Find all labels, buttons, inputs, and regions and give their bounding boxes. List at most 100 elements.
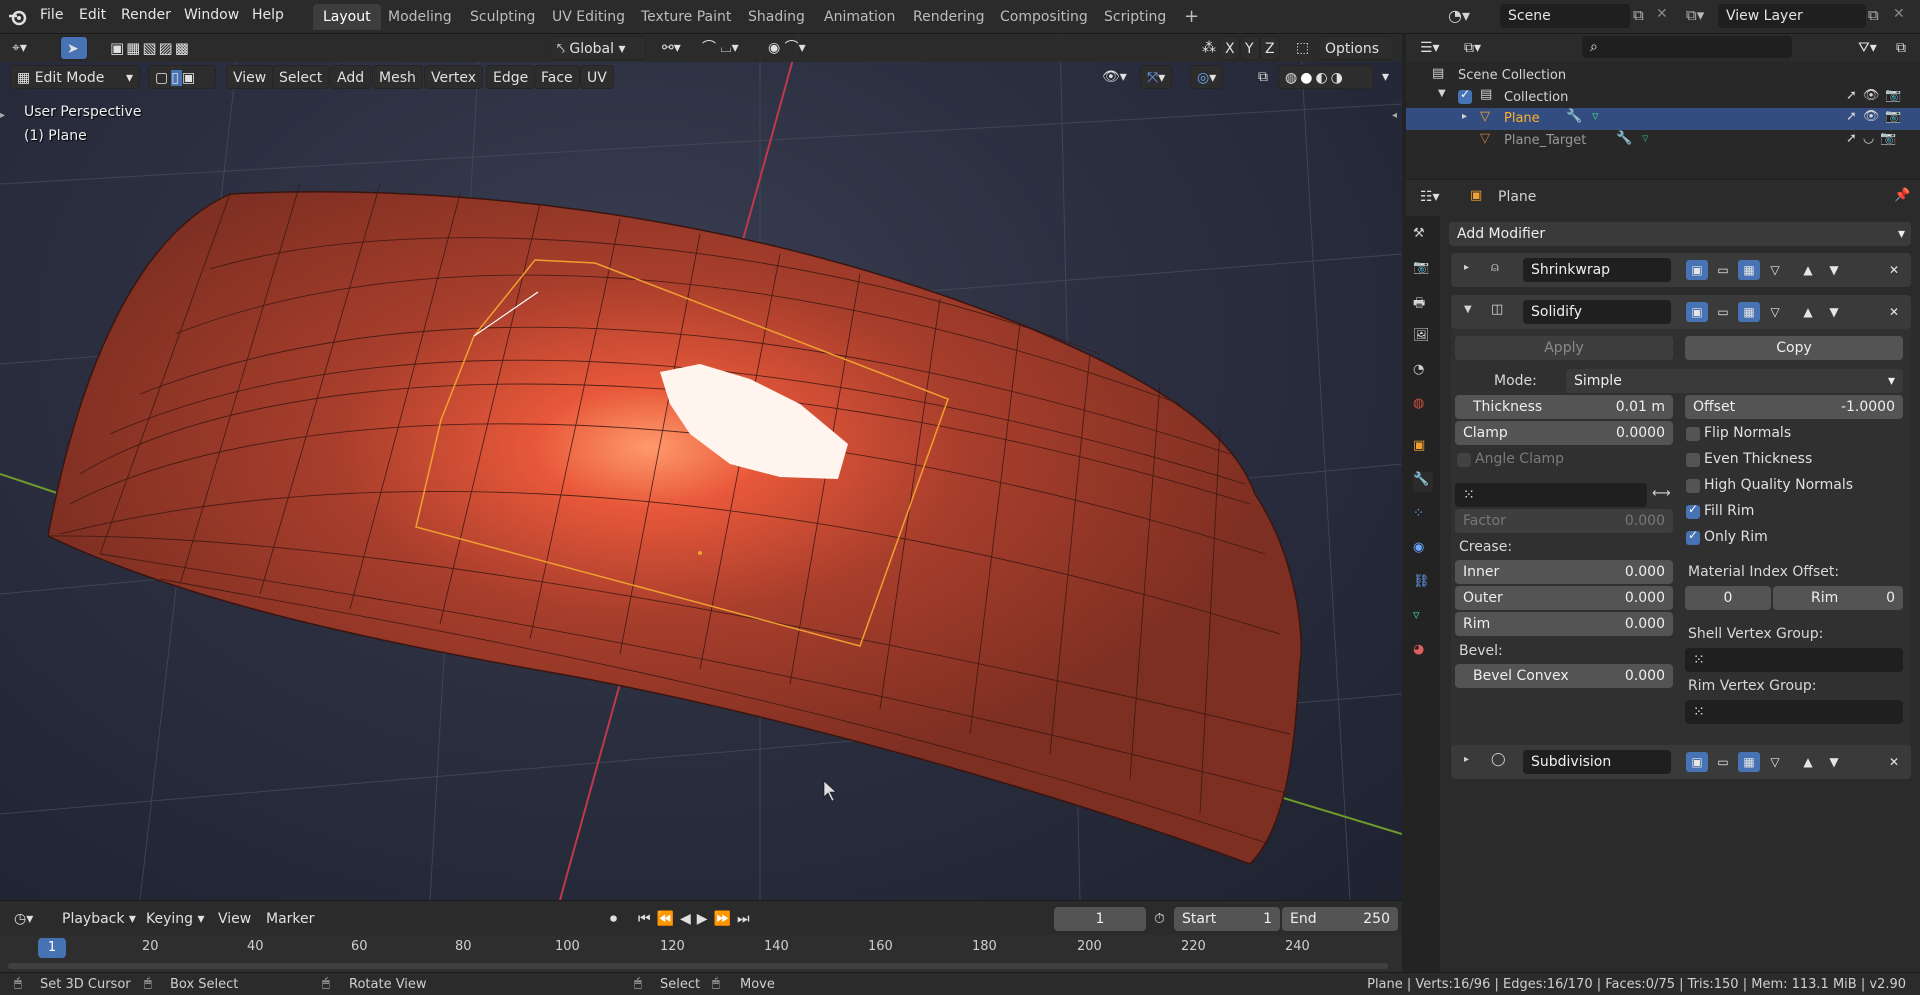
filter-icon[interactable]: ⛛▾ — [1852, 36, 1883, 60]
properties-type-icon[interactable]: ☷▾ — [1414, 185, 1446, 209]
realtime-toggle-icon[interactable]: ▭ — [1712, 302, 1734, 322]
menu-edge[interactable]: Edge — [486, 65, 536, 89]
cage-toggle-icon[interactable]: ▽ — [1764, 752, 1786, 772]
bevel-convex-field[interactable]: Bevel Convex 0.000 — [1455, 664, 1673, 688]
plane-mesh[interactable] — [47, 191, 1302, 865]
new-scene-icon[interactable]: ⧉ — [1633, 6, 1644, 24]
menu-render[interactable]: Render — [121, 7, 171, 23]
tab-modeling[interactable]: Modeling — [378, 4, 462, 30]
shading-dropdown-icon[interactable]: ▾ — [1376, 65, 1395, 89]
view-layer-tab-icon[interactable]: 🖼 — [1413, 328, 1433, 348]
menu-keying[interactable]: Keying ▾ — [140, 907, 211, 931]
invert-vertex-group-icon[interactable]: ⟷ — [1652, 486, 1671, 501]
remove-modifier-icon[interactable]: ✕ — [1883, 302, 1905, 322]
menu-view[interactable]: View — [226, 65, 274, 89]
start-frame-field[interactable]: Start 1 — [1174, 907, 1280, 931]
crease-rim-field[interactable]: Rim 0.000 — [1455, 612, 1673, 636]
modifier-name-field[interactable]: Solidify — [1523, 300, 1671, 324]
current-frame-field[interactable]: 1 — [1054, 907, 1146, 931]
pin-icon[interactable]: 📌 — [1894, 188, 1910, 203]
expand-icon[interactable]: ▸ — [1464, 754, 1469, 765]
move-down-icon[interactable]: ▼ — [1823, 302, 1845, 322]
scene-selector[interactable]: Scene — [1500, 4, 1630, 28]
modifier-wrench-icon[interactable]: 🔧 — [1616, 131, 1632, 146]
menu-file[interactable]: File — [40, 7, 63, 23]
new-collection-icon[interactable]: ⧉ — [1890, 36, 1912, 60]
sidebar-expand-icon[interactable]: ◂ — [1392, 110, 1397, 121]
move-up-icon[interactable]: ▲ — [1797, 260, 1819, 280]
thickness-field[interactable]: Thickness 0.01 m — [1455, 395, 1673, 419]
3d-viewport[interactable] — [0, 34, 1402, 900]
overlay-icon[interactable]: ◎▾ — [1190, 65, 1224, 89]
apply-button[interactable]: Apply — [1455, 336, 1673, 360]
shell-vertex-group-field[interactable]: ⁙ — [1685, 648, 1903, 672]
menu-edit[interactable]: Edit — [79, 7, 106, 23]
mode-dropdown[interactable]: ▦ Edit Mode ▾ — [10, 65, 140, 89]
outliner-plane-label[interactable]: Plane — [1504, 111, 1540, 126]
collection-label[interactable]: Collection — [1504, 90, 1568, 105]
material-offset-field[interactable]: 0 — [1685, 586, 1771, 610]
editmode-toggle-icon[interactable]: ▣ — [1686, 260, 1708, 280]
menu-timeline-view[interactable]: View — [212, 907, 257, 931]
tab-scripting[interactable]: Scripting — [1094, 4, 1176, 30]
render-toggle-icon[interactable]: ▦ — [1738, 260, 1760, 280]
delete-scene-icon[interactable]: ✕ — [1656, 6, 1668, 22]
move-down-icon[interactable]: ▼ — [1823, 752, 1845, 772]
scene-icon[interactable]: ◔▾ — [1448, 6, 1470, 25]
fill-rim-checkbox[interactable] — [1686, 502, 1700, 519]
editmode-toggle-icon[interactable]: ▣ — [1686, 752, 1708, 772]
cage-toggle-icon[interactable]: ▽ — [1764, 260, 1786, 280]
move-up-icon[interactable]: ▲ — [1797, 752, 1819, 772]
gizmo-icon[interactable]: ⤧▾ — [1140, 65, 1173, 89]
material-rim-field[interactable]: Rim 0 — [1773, 586, 1903, 610]
playhead[interactable]: 1 — [38, 938, 66, 958]
scene-tab-icon[interactable]: ◔ — [1413, 362, 1433, 382]
timeline-type-icon[interactable]: ◷▾ — [8, 907, 39, 931]
menu-mesh[interactable]: Mesh — [372, 65, 423, 89]
tab-uv-editing[interactable]: UV Editing — [542, 4, 635, 30]
tab-layout[interactable]: Layout — [313, 4, 381, 30]
collection-checkbox[interactable] — [1458, 87, 1472, 104]
factor-field[interactable]: Factor 0.000 — [1455, 509, 1673, 533]
tab-shading[interactable]: Shading — [738, 4, 815, 30]
render-toggle-icon[interactable]: ▦ — [1738, 302, 1760, 322]
tab-compositing[interactable]: Compositing — [990, 4, 1098, 30]
shading-mode-icons[interactable]: ◍●◐◑ — [1278, 65, 1374, 89]
render-toggle-icon[interactable]: ▦ — [1738, 752, 1760, 772]
realtime-toggle-icon[interactable]: ▭ — [1712, 260, 1734, 280]
mirror-icon[interactable]: ⁂ — [1196, 36, 1222, 60]
world-tab-icon[interactable]: ◍ — [1413, 396, 1433, 416]
proportional-edit-icon[interactable]: ◉ ⌒▾ — [762, 36, 812, 60]
menu-select[interactable]: Select — [272, 65, 330, 89]
auto-merge-icon[interactable]: ⬚ — [1290, 36, 1315, 60]
toolbar-expand-icon[interactable]: ▸ — [0, 110, 5, 121]
remove-modifier-icon[interactable]: ✕ — [1883, 752, 1905, 772]
outliner-type-icon[interactable]: ☰▾ — [1414, 36, 1446, 60]
collapse-icon[interactable]: ▼ — [1464, 304, 1472, 315]
outliner-search-input[interactable]: ⌕ — [1582, 36, 1792, 58]
realtime-toggle-icon[interactable]: ▭ — [1712, 752, 1734, 772]
menu-add[interactable]: Add — [330, 65, 372, 89]
move-down-icon[interactable]: ▼ — [1823, 260, 1845, 280]
options-dropdown[interactable]: Options ▾ — [1318, 36, 1394, 81]
render-tab-icon[interactable]: 📷 — [1413, 260, 1433, 280]
vertex-group-field[interactable]: ⁙ — [1455, 483, 1647, 507]
particles-tab-icon[interactable]: ⁘ — [1413, 506, 1433, 526]
transform-orientation-dropdown[interactable]: ⤣ Global ▾ — [550, 36, 646, 60]
add-workspace-button[interactable]: + — [1174, 4, 1209, 30]
menu-window[interactable]: Window — [184, 7, 239, 23]
output-tab-icon[interactable]: 🖶 — [1413, 294, 1433, 314]
record-icon[interactable]: ⏺ — [604, 907, 623, 931]
delete-view-layer-icon[interactable]: ✕ — [1893, 6, 1905, 22]
select-mode-toggles[interactable]: ▢▯▣ — [148, 65, 216, 89]
crease-outer-field[interactable]: Outer 0.000 — [1455, 586, 1673, 610]
editmode-toggle-icon[interactable]: ▣ — [1686, 302, 1708, 322]
pivot-icon[interactable]: ⚯▾ — [656, 36, 687, 60]
outliner-plane-target-label[interactable]: Plane_Target — [1504, 133, 1586, 148]
angle-clamp-checkbox[interactable] — [1457, 453, 1471, 467]
end-frame-field[interactable]: End 250 — [1282, 907, 1398, 931]
blender-logo-icon[interactable] — [8, 8, 28, 26]
selection-mode-icons[interactable]: ▣▦▧▨▩ — [104, 36, 197, 60]
cage-toggle-icon[interactable]: ▽ — [1764, 302, 1786, 322]
even-thickness-checkbox[interactable] — [1686, 453, 1700, 467]
